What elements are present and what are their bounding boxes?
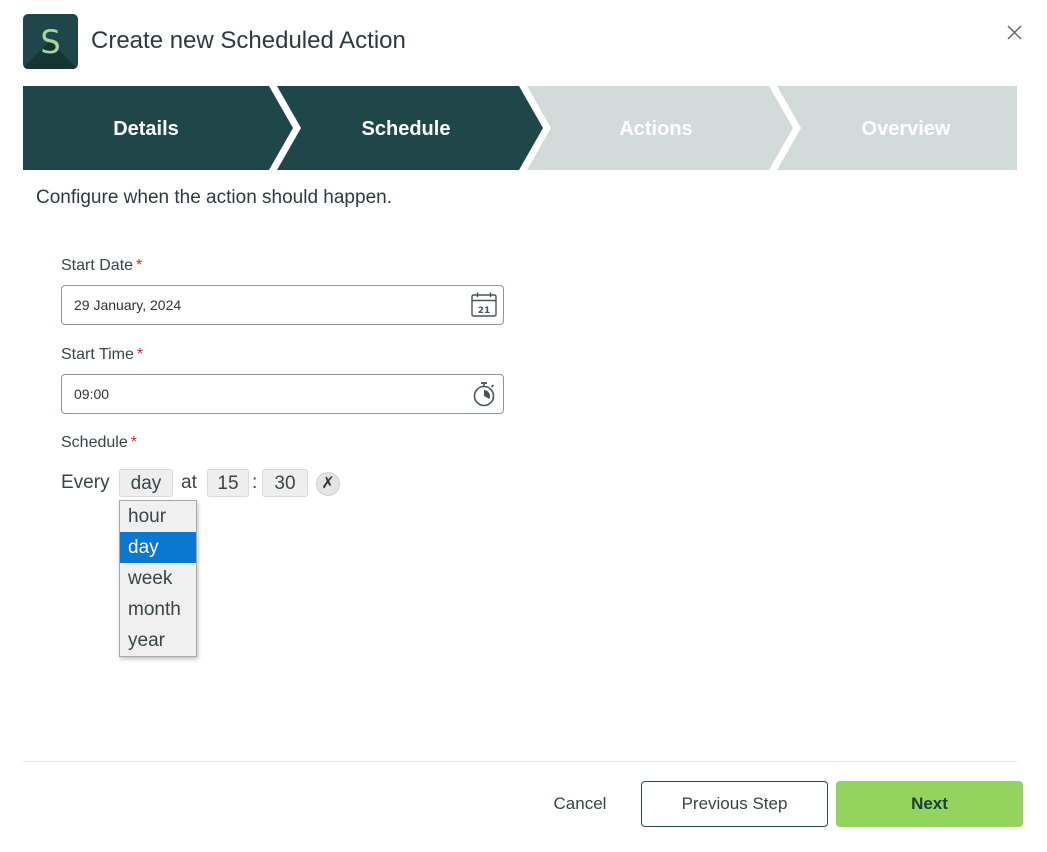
minute-select[interactable]: 30: [262, 469, 308, 497]
start-date-value: 29 January, 2024: [74, 297, 182, 313]
required-mark: *: [136, 346, 144, 363]
period-option-year[interactable]: year: [120, 625, 196, 656]
cancel-button[interactable]: Cancel: [541, 781, 619, 827]
start-time-label: Start Time *: [61, 346, 143, 364]
step-description: Configure when the action should happen.: [36, 187, 392, 208]
period-option-hour[interactable]: hour: [120, 501, 196, 532]
start-time-value: 09:00: [74, 386, 110, 402]
next-button[interactable]: Next: [836, 781, 1023, 827]
period-option-day[interactable]: day: [120, 532, 196, 563]
start-time-label-text: Start Time: [61, 346, 134, 363]
step-actions[interactable]: Actions: [537, 86, 775, 170]
period-option-week[interactable]: week: [120, 563, 196, 594]
app-logo: S: [23, 14, 78, 69]
step-details[interactable]: Details: [23, 86, 269, 170]
close-icon[interactable]: [1004, 22, 1026, 44]
wizard-stepper: Details Schedule Actions Overview: [23, 86, 1017, 170]
start-date-field[interactable]: 29 January, 2024 21: [61, 285, 504, 325]
calendar-icon[interactable]: 21: [471, 292, 497, 318]
dialog-title: Create new Scheduled Action: [91, 27, 406, 54]
clear-schedule-button[interactable]: ✗: [316, 472, 340, 496]
period-dropdown: hour day week month year: [119, 500, 197, 657]
schedule-label: Schedule *: [61, 434, 137, 452]
period-select[interactable]: day: [119, 469, 173, 497]
app-logo-letter: S: [40, 22, 61, 61]
start-date-label: Start Date *: [61, 257, 142, 275]
hour-select[interactable]: 15: [207, 469, 249, 497]
time-separator: :: [252, 472, 258, 493]
required-mark: *: [130, 434, 137, 451]
step-schedule[interactable]: Schedule: [287, 86, 525, 170]
footer-divider: [23, 761, 1017, 762]
at-label: at: [181, 472, 197, 493]
required-mark: *: [136, 257, 143, 274]
previous-step-button[interactable]: Previous Step: [641, 781, 828, 827]
schedule-label-text: Schedule: [61, 434, 128, 451]
start-time-field[interactable]: 09:00: [61, 374, 504, 414]
step-overview[interactable]: Overview: [787, 86, 1025, 170]
calendar-icon-day: 21: [478, 306, 491, 316]
stopwatch-icon[interactable]: [471, 381, 497, 407]
period-option-month[interactable]: month: [120, 594, 196, 625]
every-label: Every: [61, 472, 110, 493]
start-date-label-text: Start Date: [61, 257, 134, 274]
